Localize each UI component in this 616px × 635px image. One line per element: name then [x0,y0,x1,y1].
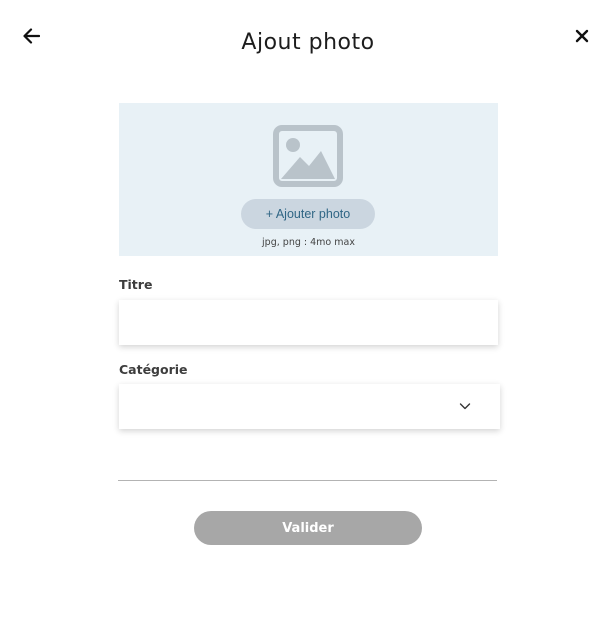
close-button[interactable] [570,24,594,48]
title-label: Titre [119,277,153,292]
modal-title: Ajout photo [241,30,375,55]
form-divider [118,480,497,481]
submit-button[interactable]: Valider [194,511,422,545]
add-photo-button[interactable]: + Ajouter photo [241,199,375,229]
add-photo-modal: Ajout photo + Ajouter photo jpg, png : 4… [0,0,616,635]
title-input[interactable] [119,300,498,345]
photo-upload-zone[interactable]: + Ajouter photo jpg, png : 4mo max [119,103,498,256]
chevron-down-icon [459,403,471,410]
category-select[interactable] [119,384,500,429]
category-label: Catégorie [119,362,188,377]
upload-format-hint: jpg, png : 4mo max [262,237,355,248]
close-icon [575,29,589,43]
picture-icon [273,125,343,187]
